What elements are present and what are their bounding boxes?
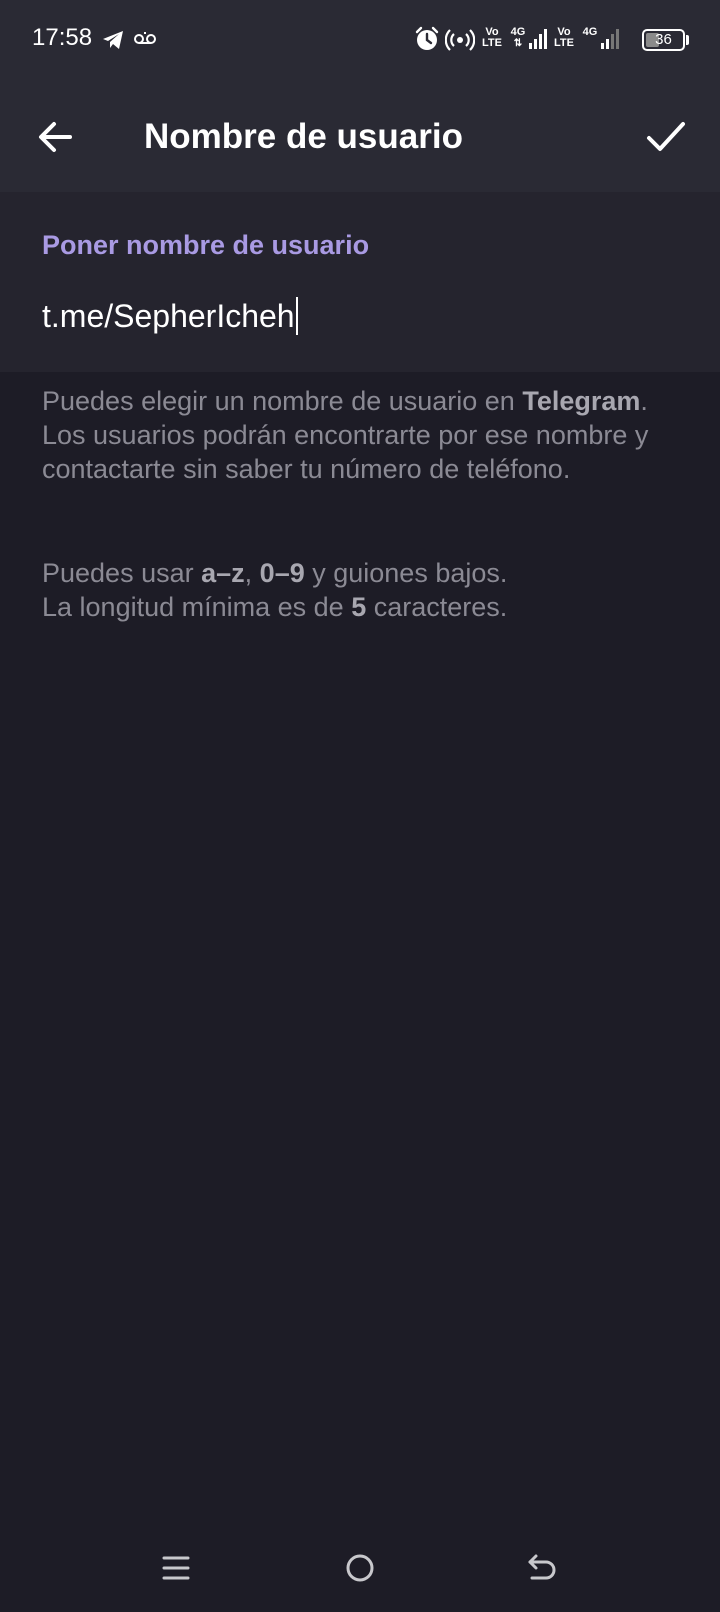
status-bar: 17:58 Vo LTE 4G ⇅ Vo LTE 4G 36 (0, 0, 720, 82)
help-paragraph-2: Puedes usar a–z, 0–9 y guiones bajos. La… (42, 558, 508, 622)
home-icon[interactable] (342, 1550, 378, 1586)
battery-percent: 36 (655, 31, 672, 48)
signal-icon (601, 29, 619, 49)
username-input-value[interactable]: t.me/SepherIcheh (42, 298, 295, 335)
volte-icon: Vo LTE (554, 26, 574, 49)
signal-icon (529, 29, 547, 49)
hotspot-icon (445, 29, 475, 51)
status-time: 17:58 (32, 24, 93, 51)
voicemail-icon (134, 32, 156, 44)
battery-icon: 36 (642, 29, 685, 51)
battery-tip (686, 35, 689, 45)
help-paragraph-1: Puedes elegir un nombre de usuario en Te… (42, 386, 649, 484)
username-input[interactable]: t.me/SepherIcheh (42, 296, 298, 336)
menu-icon[interactable] (160, 1552, 192, 1584)
checkmark-icon[interactable] (640, 111, 692, 163)
page-title: Nombre de usuario (144, 117, 463, 156)
telegram-icon (103, 31, 123, 49)
text-cursor (295, 297, 298, 335)
alarm-icon (415, 26, 439, 50)
app-bar: Nombre de usuario (0, 82, 720, 192)
back-gesture-icon[interactable] (524, 1550, 560, 1586)
screen: 17:58 Vo LTE 4G ⇅ Vo LTE 4G 36 Nombre de… (0, 0, 720, 1612)
network-type: 4G ⇅ (510, 26, 526, 50)
username-section: Poner nombre de usuario t.me/SepherIcheh (0, 192, 720, 372)
navigation-bar (0, 1530, 720, 1612)
volte-icon: Vo LTE (482, 26, 502, 49)
network-type: 4G (582, 26, 598, 38)
telegram-brand-text: Telegram (522, 386, 641, 416)
username-field-label: Poner nombre de usuario (42, 230, 370, 260)
arrow-left-icon[interactable] (30, 111, 82, 163)
